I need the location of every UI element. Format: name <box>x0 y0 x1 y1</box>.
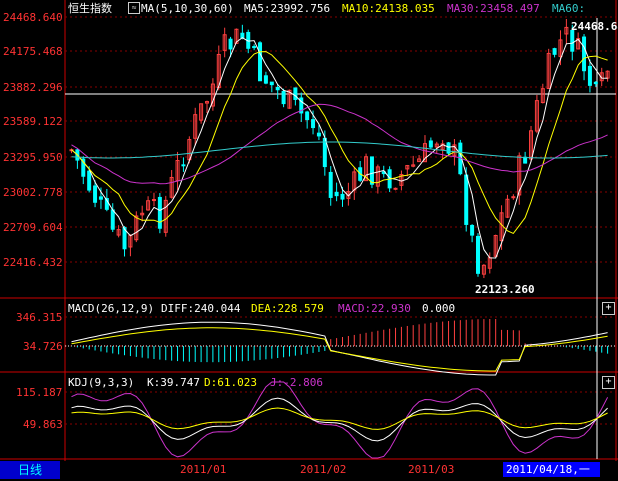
kdj-k: K:39.747 <box>147 376 200 389</box>
macd-diff: DIFF:240.044 <box>161 302 241 315</box>
period-tab-daily[interactable]: 日线 <box>0 461 60 479</box>
kdj-d: D:61.023 <box>204 376 257 389</box>
chart-canvas[interactable] <box>0 0 618 481</box>
kdj-add-button[interactable]: + <box>602 376 615 389</box>
time-tick: 2011/01 <box>180 463 227 476</box>
price-tick: 22416.432 <box>3 256 63 269</box>
candle-body <box>552 48 557 55</box>
candle-body <box>328 171 333 198</box>
candle-body <box>269 81 274 86</box>
time-tick: 2011/03 <box>408 463 455 476</box>
price-tick: 23882.296 <box>3 81 63 94</box>
cursor-date-label: 2011/04/18,一 <box>503 462 600 477</box>
price-tick: 23295.950 <box>3 151 63 164</box>
candle-body <box>334 191 339 197</box>
candle-body <box>369 156 374 185</box>
candle-body <box>582 36 587 72</box>
candle-body <box>228 38 233 50</box>
time-tick: 2011/02 <box>300 463 347 476</box>
candle-body <box>93 185 98 203</box>
price-tick: 22709.604 <box>3 221 63 234</box>
candle-body <box>110 209 115 230</box>
ma60-value: MA60: <box>552 2 586 15</box>
price-tick: 23002.778 <box>3 186 63 199</box>
candle-body <box>151 199 156 202</box>
macd-tick: 346.315 <box>16 311 63 324</box>
index-title: 恒生指数 <box>68 2 112 15</box>
kline-chart[interactable]: 恒生指数 ≈ MA(5,10,30,60) MA5:23992.756 MA10… <box>0 0 618 481</box>
candle-body <box>305 111 310 121</box>
macd-add-button[interactable]: + <box>602 302 615 315</box>
macd-diff-line <box>71 321 608 376</box>
kdj-j: J:-2.806 <box>270 376 323 389</box>
macd-tick: 34.726 <box>23 340 63 353</box>
ma5-line <box>71 37 608 259</box>
candle-body <box>87 170 92 191</box>
candle-body <box>511 196 516 199</box>
kdj-tick: 49.863 <box>23 418 63 431</box>
macd-value: MACD:22.930 <box>338 302 411 315</box>
high-annotation: 24468.640 <box>571 20 618 33</box>
candle-body <box>570 29 575 52</box>
price-tick: 23589.122 <box>3 115 63 128</box>
candle-body <box>523 156 528 164</box>
macd-label: MACD(26,12,9) <box>68 302 155 315</box>
candle-body <box>340 193 345 200</box>
candle-body <box>593 81 598 85</box>
candle-body <box>470 224 475 236</box>
candle-body <box>587 65 592 86</box>
candle-body <box>157 196 162 229</box>
macd-dea-line <box>71 327 608 372</box>
ma-label: MA(5,10,30,60) <box>141 2 234 15</box>
candle-body <box>240 32 245 39</box>
candle-body <box>181 164 186 167</box>
candle-body <box>281 90 286 105</box>
candle-body <box>98 196 103 200</box>
candle-body <box>263 75 268 84</box>
candle-body <box>476 235 480 274</box>
low-annotation: 22123.260 <box>475 283 535 296</box>
ma10-value: MA10:24138.035 <box>342 2 435 15</box>
ma5-value: MA5:23992.756 <box>244 2 331 15</box>
indicator-icon[interactable]: ≈ <box>128 2 140 14</box>
ma30-value: MA30:23458.497 <box>447 2 540 15</box>
candle-body <box>275 87 280 91</box>
price-tick: 24468.640 <box>3 11 63 24</box>
candle-body <box>311 119 316 129</box>
candle-body <box>293 87 298 100</box>
macd-zero: 0.000 <box>422 302 456 315</box>
candle-body <box>316 132 321 137</box>
price-tick: 24175.468 <box>3 45 63 58</box>
candle-body <box>464 174 469 225</box>
macd-dea: DEA:228.579 <box>251 302 324 315</box>
candle-body <box>393 187 398 190</box>
candle-body <box>252 46 257 49</box>
candle-body <box>258 42 263 82</box>
kdj-label: KDJ(9,3,3) <box>68 376 135 389</box>
candle-body <box>428 140 433 148</box>
kdj-tick: 115.187 <box>16 386 63 399</box>
